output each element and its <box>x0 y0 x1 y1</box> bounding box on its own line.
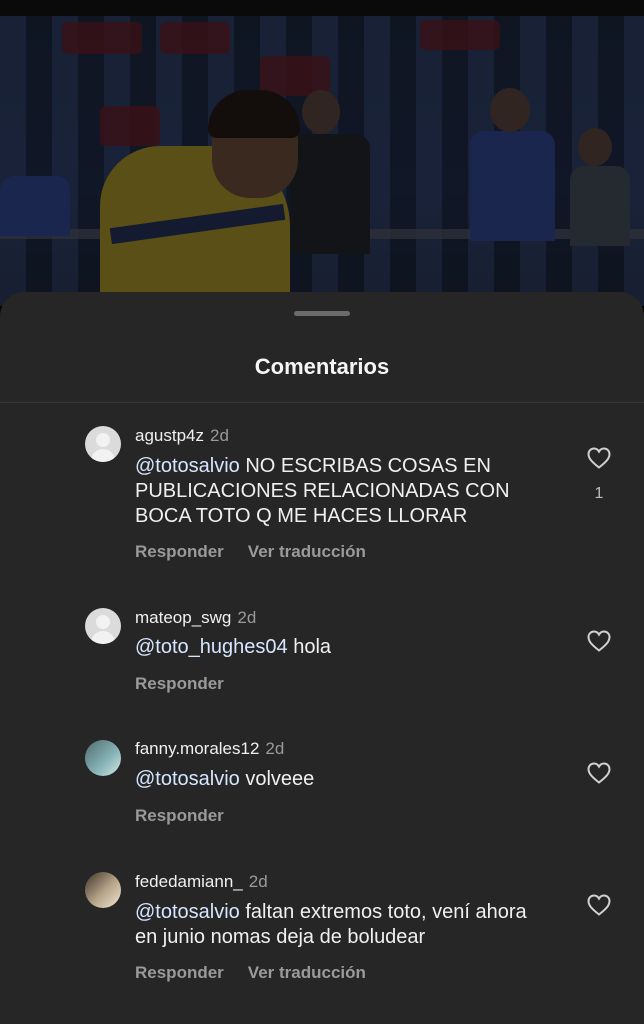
heart-icon[interactable] <box>587 447 611 469</box>
timestamp: 2d <box>248 872 268 891</box>
comment-body: hola <box>287 636 332 658</box>
timestamp: 2d <box>265 739 285 758</box>
comments-sheet: Comentarios agustp4z 2d @totosalvio NO ES… <box>0 292 644 1024</box>
comment-actions: Responder <box>135 674 224 694</box>
comment-meta: mateop_swg 2d <box>135 608 256 628</box>
like-count: 1 <box>594 485 604 502</box>
avatar[interactable] <box>85 740 121 776</box>
avatar[interactable] <box>85 872 121 908</box>
divider <box>0 402 644 403</box>
translate-button[interactable]: Ver traducción <box>248 542 366 561</box>
reply-button[interactable]: Responder <box>135 963 224 982</box>
comment-actions: Responder <box>135 806 224 826</box>
username[interactable]: fededamiann_ <box>135 872 243 891</box>
avatar[interactable] <box>85 426 121 462</box>
avatar[interactable] <box>85 608 121 644</box>
timestamp: 2d <box>237 608 257 627</box>
username[interactable]: agustp4z <box>135 426 204 445</box>
sheet-title: Comentarios <box>254 354 390 379</box>
comment-text: @toto_hughes04 hola <box>135 635 555 660</box>
reply-button[interactable]: Responder <box>135 542 224 561</box>
reply-button[interactable]: Responder <box>135 806 224 825</box>
username[interactable]: fanny.morales12 <box>135 739 259 758</box>
comment-text: @totosalvio NO ESCRIBAS COSAS EN PUBLICA… <box>135 454 555 529</box>
comment-meta: fanny.morales12 2d <box>135 739 284 759</box>
comment-text: @totosalvio volveee <box>135 767 555 792</box>
comment-actions: Responder Ver traducción <box>135 542 366 562</box>
status-bar <box>0 0 644 16</box>
comment-text: @totosalvio faltan extremos toto, vení a… <box>135 900 535 950</box>
comment-actions: Responder Ver traducción <box>135 963 366 983</box>
heart-icon[interactable] <box>587 762 611 784</box>
mention-link[interactable]: @totosalvio <box>135 901 240 923</box>
heart-icon[interactable] <box>587 630 611 652</box>
translate-button[interactable]: Ver traducción <box>248 963 366 982</box>
username[interactable]: mateop_swg <box>135 608 231 627</box>
comment-meta: agustp4z 2d <box>135 426 229 446</box>
reply-button[interactable]: Responder <box>135 674 224 693</box>
timestamp: 2d <box>210 426 229 445</box>
video-dim-overlay <box>0 16 644 306</box>
comment-meta: fededamiann_ 2d <box>135 872 268 892</box>
comment-body: volveee <box>239 768 315 790</box>
drag-handle[interactable] <box>294 311 350 316</box>
mention-link[interactable]: @totosalvio <box>135 455 240 477</box>
mention-link[interactable]: @totosalvio <box>135 768 240 790</box>
heart-icon[interactable] <box>587 894 611 916</box>
background-video[interactable] <box>0 16 644 306</box>
mention-link[interactable]: @toto_hughes04 <box>135 636 288 658</box>
